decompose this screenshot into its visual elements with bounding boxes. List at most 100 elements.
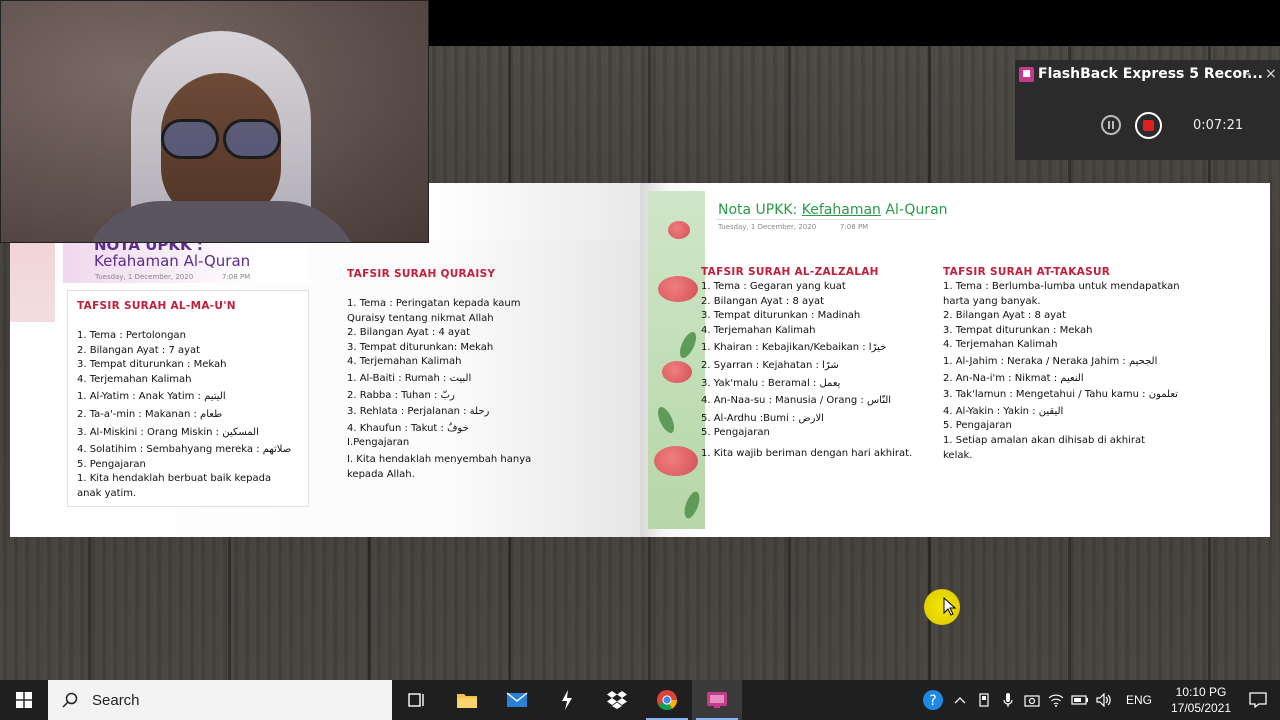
text-line: 4. An-Naa-su : Manusia / Orang : النّاس	[701, 395, 892, 407]
wifi-button[interactable]	[1044, 680, 1068, 720]
text-line: 3. Tempat diturunkan: Mekah	[347, 341, 494, 353]
text-line: 1. Khairan : Kebajikan/Kebaikan : خيرًا	[701, 342, 887, 354]
right-nota-title: Nota UPKK: Kefahaman Al-Quran	[718, 202, 948, 218]
battery-button[interactable]	[1068, 680, 1092, 720]
maun-lines: 1. Tema : Pertolongan 2. Bilangan Ayat :…	[77, 329, 291, 502]
text-line: 2. Bilangan Ayat : 4 ayat	[347, 327, 471, 339]
search-icon	[62, 692, 78, 708]
nota-suffix: Al-Quran	[880, 202, 948, 218]
flashback-app-icon: ■	[1019, 66, 1034, 82]
divider	[716, 219, 936, 220]
language-indicator[interactable]: ENG	[1126, 693, 1152, 707]
chrome-button[interactable]	[642, 680, 692, 720]
chevron-up-icon	[954, 697, 966, 704]
stop-record-icon[interactable]	[1135, 112, 1162, 139]
text-line: 5. Pengajaran	[943, 420, 1012, 432]
left-nota-date: Tuesday, 1 December, 2020	[95, 273, 194, 281]
text-line: 3. Rehlata : Perjalanan : رحلة	[347, 406, 490, 418]
text-line: 2. Bilangan Ayat : 7 ayat	[77, 344, 201, 356]
flashback-taskbar-button[interactable]	[692, 680, 742, 720]
text-line: 3. Tempat diturunkan : Mekah	[77, 359, 227, 371]
text-line: 5. Pengajaran	[77, 458, 146, 470]
microphone-tray-button[interactable]	[996, 680, 1020, 720]
mail-button[interactable]	[492, 680, 542, 720]
folder-icon	[457, 694, 477, 708]
rose-icon	[668, 221, 690, 239]
clock-time: 10:10 PG	[1175, 685, 1227, 699]
text-line: anak yatim.	[77, 487, 137, 499]
volume-button[interactable]	[1092, 680, 1116, 720]
text-line: kepada Allah.	[347, 468, 415, 480]
right-nota-time: 7:08 PM	[840, 223, 869, 231]
text-line: 3. Tempat diturunkan : Madinah	[701, 310, 861, 322]
help-icon: ?	[922, 690, 943, 710]
text-line: 1. Al-Yatim : Anak Yatim : اليتيم	[77, 391, 226, 403]
text-line: 1. Al-Baiti : Rumah : البيت	[347, 372, 472, 384]
microphone-icon	[1003, 693, 1013, 707]
webcam-glasses	[151, 119, 291, 159]
text-line: 1. Tema : Pertolongan	[77, 330, 186, 341]
recorder-controls: 0:07:21	[1015, 112, 1280, 142]
text-line: 1. Kita wajib beriman dengan hari akhira…	[701, 447, 913, 459]
volume-icon	[1096, 693, 1111, 707]
text-line: 1. Al-Jahim : Neraka / Neraka Jahim : ال…	[943, 355, 1158, 367]
wifi-icon	[1048, 694, 1064, 707]
show-hidden-icons-button[interactable]	[948, 680, 972, 720]
search-placeholder: Search	[92, 691, 140, 709]
camera-tray-button[interactable]	[1020, 680, 1044, 720]
recorder-titlebar[interactable]: ■ FlashBack Express 5 Recor...	[1015, 60, 1280, 88]
leaf-icon	[676, 329, 700, 361]
text-line: 4. Al-Yakin : Yakin : اليقين	[943, 405, 1064, 417]
device-icon	[979, 693, 989, 707]
chrome-icon	[657, 690, 678, 711]
text-line: harta yang banyak.	[943, 295, 1041, 307]
leaf-icon	[681, 489, 703, 521]
text-line: 2. Ta-a'-min : Makanan : طعام	[77, 408, 223, 420]
text-line: 3. Tempat diturunkan : Mekah	[943, 324, 1093, 336]
text-line: 3. Yak'malu : Beramal : يعمل	[701, 377, 841, 389]
text-line: 2. Bilangan Ayat : 8 ayat	[943, 310, 1067, 322]
dropbox-button[interactable]	[592, 680, 642, 720]
quraisy-title: TAFSIR SURAH QURAISY	[347, 268, 496, 280]
text-line: 2. Rabba : Tuhan : ربّ	[347, 389, 455, 401]
text-line: 1. Tema : Berlumba-lumba untuk mendapatk…	[943, 281, 1180, 292]
left-page-top	[429, 183, 640, 240]
flashback-icon	[707, 692, 727, 708]
app-lightning-button[interactable]	[542, 680, 592, 720]
windows-logo-icon	[16, 692, 32, 708]
nota-keyword: Kefahaman	[801, 202, 881, 218]
text-line: 1. Setiap amalan akan dihisab di akhirat	[943, 434, 1145, 446]
text-line: 1. Tema : Peringatan kepada kaum	[347, 298, 521, 309]
flower-decoration-right	[648, 191, 705, 529]
start-button[interactable]	[0, 680, 48, 720]
text-line: 4. Solatihim : Sembahyang mereka : صلاته…	[77, 444, 292, 456]
recorder-panel[interactable]: ■ FlashBack Express 5 Recor... – × 0:07:…	[1015, 60, 1280, 160]
task-view-button[interactable]	[392, 680, 442, 720]
help-button[interactable]: ?	[918, 680, 948, 720]
taskbar-search[interactable]: Search	[48, 680, 392, 720]
text-line: 2. An-Na-i'm : Nikmat : النعيم	[943, 372, 1084, 384]
text-line: 1. Tema : Gegaran yang kuat	[701, 281, 846, 292]
notifications-button[interactable]	[1236, 680, 1280, 720]
mail-icon	[506, 692, 528, 707]
svg-text:?: ?	[929, 693, 936, 709]
text-line: 2. Syarran : Kejahatan : شرًا	[701, 359, 839, 371]
device-tray-button[interactable]	[972, 680, 996, 720]
camera-icon	[1024, 695, 1040, 707]
zalzalah-lines: 1. Tema : Gegaran yang kuat 2. Bilangan …	[701, 280, 912, 462]
takasur-title: TAFSIR SURAH AT-TAKASUR	[943, 266, 1111, 278]
text-line: 5. Pengajaran	[701, 427, 770, 439]
text-line: 4. Terjemahan Kalimah	[347, 356, 462, 368]
quraisy-lines: 1. Tema : Peringatan kepada kaum Quraisy…	[347, 297, 531, 482]
clock[interactable]: 10:10 PG 17/05/2021	[1166, 684, 1236, 716]
text-line: Quraisy tentang nikmat Allah	[347, 312, 494, 324]
dropbox-icon	[607, 691, 627, 709]
file-explorer-button[interactable]	[442, 680, 492, 720]
minimize-button[interactable]: –	[1244, 66, 1251, 82]
close-button[interactable]: ×	[1265, 66, 1277, 82]
notification-icon	[1249, 692, 1267, 708]
text-line: I. Kita hendaklah menyembah hanya	[347, 453, 532, 465]
rose-icon	[662, 361, 692, 383]
pause-icon[interactable]	[1101, 115, 1121, 135]
clock-date: 17/05/2021	[1170, 701, 1232, 715]
